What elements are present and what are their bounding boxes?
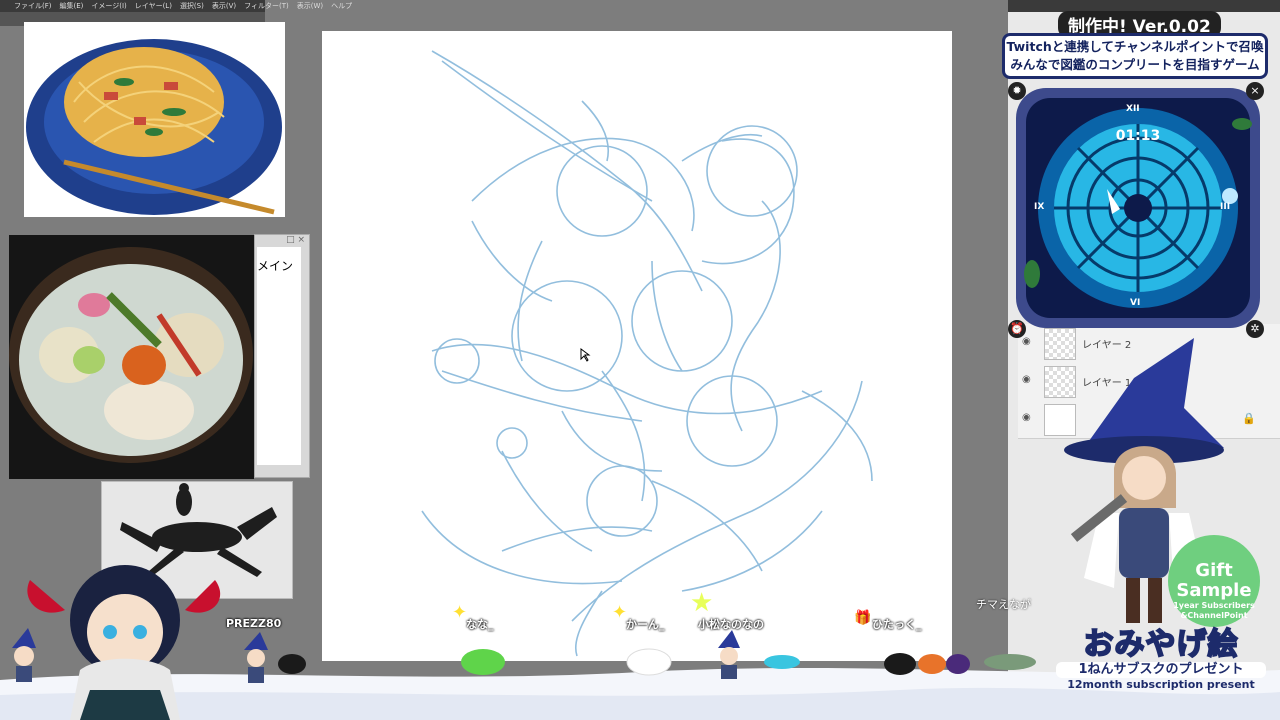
reference-image-pasta[interactable]: [24, 22, 285, 217]
gift-icon: 🎁: [854, 610, 872, 626]
sub-view-content: メイン: [257, 247, 301, 465]
menu-file[interactable]: ファイル(F): [14, 1, 52, 11]
menu-edit[interactable]: 編集(E): [60, 1, 84, 11]
menu-layer[interactable]: レイヤー(L): [135, 1, 172, 11]
clock-numeral: VI: [1130, 298, 1141, 308]
clock-numeral: XII: [1126, 104, 1140, 114]
alarm-icon[interactable]: ⏰: [1008, 320, 1026, 338]
sub-view-window[interactable]: □ × メイン: [254, 234, 310, 478]
menu-view[interactable]: 表示(V): [212, 1, 236, 11]
viewer-character: [244, 632, 306, 683]
gift-line: Gift: [1195, 560, 1233, 581]
clock-time: 01:13: [1115, 128, 1161, 144]
clock-numeral: III: [1220, 202, 1231, 212]
promo-english: 12month subscription present: [1067, 678, 1255, 691]
gift-line: Sample: [1176, 580, 1252, 601]
menu-window[interactable]: 表示(W): [297, 1, 323, 11]
eye-icon[interactable]: ◉: [1022, 336, 1034, 348]
viewer-character: [12, 628, 36, 682]
banner-line: Twitchと連携してチャンネルポイントで召喚: [1006, 39, 1264, 54]
menu-help[interactable]: ヘルプ: [331, 1, 352, 11]
menu-image[interactable]: イメージ(I): [91, 1, 126, 11]
eye-icon[interactable]: ◉: [1022, 374, 1034, 386]
settings-icon[interactable]: ✲: [1246, 320, 1264, 338]
drawing-canvas[interactable]: [322, 31, 952, 661]
viewer-name: かーん_: [626, 618, 665, 631]
clock-numeral: IX: [1034, 202, 1045, 212]
eye-icon[interactable]: ◉: [1022, 412, 1034, 424]
star-icon: ★: [690, 588, 714, 618]
close-icon[interactable]: □ ×: [286, 235, 305, 245]
viewer-creature: [884, 653, 1036, 675]
menu-select[interactable]: 選択(S): [180, 1, 204, 11]
stream-banner: 制作中! Ver.0.02 Twitchと連携してチャンネルポイントで召喚 みん…: [1000, 11, 1270, 81]
menu-bar: ファイル(F) 編集(E) イメージ(I) レイヤー(L) 選択(S) 表示(V…: [0, 0, 352, 12]
streamer-tag: PREZZ80: [226, 617, 282, 630]
menu-filter[interactable]: フィルター(T): [244, 1, 289, 11]
chat-name: チマえなが: [976, 598, 1031, 611]
sub-view-label: メイン: [257, 259, 294, 273]
streamer-avatar: [27, 565, 221, 720]
promo-title: おみやげ絵: [1083, 627, 1239, 663]
cursor-icon: [580, 348, 591, 362]
viewer-name: ひたっく_: [872, 618, 922, 631]
stained-glass-clock: 01:13 XII III VI IX ✹ × ⏰ ✲: [1008, 82, 1264, 338]
promo-block: おみやげ絵 1ねんサブスクのプレゼント 12month subscription…: [1056, 627, 1266, 698]
lock-icon[interactable]: 🔒: [1242, 412, 1256, 425]
sketch-drawing: [421, 50, 873, 657]
viewer-creature: [718, 630, 800, 679]
banner-line: みんなで図鑑のコンプリートを目指すゲーム: [1010, 57, 1260, 72]
reference-image-soup[interactable]: [9, 235, 254, 479]
soup-photo: [9, 247, 253, 463]
gift-line: 1year Subscribers: [1173, 601, 1255, 610]
gift-sample-badge: Gift Sample 1year Subscribers &ChannelPo…: [1168, 535, 1260, 627]
viewer-name: 小松なのなの: [698, 618, 764, 631]
viewer-creature: [461, 649, 505, 675]
close-icon[interactable]: ×: [1246, 82, 1264, 100]
gear-icon[interactable]: ✹: [1008, 82, 1026, 100]
gift-line: &ChannelPoint: [1180, 611, 1248, 620]
promo-subtitle: 1ねんサブスクのプレゼント: [1056, 662, 1266, 678]
banner-description: Twitchと連携してチャンネルポイントで召喚 みんなで図鑑のコンプリートを目指…: [1002, 33, 1268, 79]
pasta-illustration: [26, 39, 282, 215]
viewer-creature: [626, 648, 672, 676]
star-icon: ✦: [452, 602, 468, 623]
star-icon: ✦: [612, 602, 628, 623]
viewer-name: なな_: [466, 618, 494, 631]
